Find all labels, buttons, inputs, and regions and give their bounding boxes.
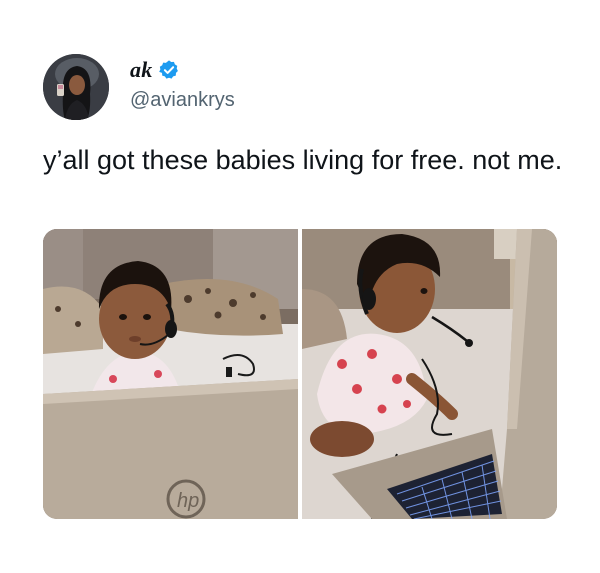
photo-baby-front[interactable]: hp xyxy=(43,229,298,519)
avatar-image xyxy=(43,54,109,120)
author-handle[interactable]: @aviankrys xyxy=(130,89,235,112)
verified-badge-icon xyxy=(158,59,180,81)
tweet-card: ak @aviankrys y’all got these babies liv… xyxy=(0,0,600,573)
author-name-row[interactable]: ak xyxy=(130,56,180,84)
laptop-logo: hp xyxy=(177,490,199,512)
tweet-text: y’all got these babies living for free. … xyxy=(43,145,563,175)
tweet-media-grid: hp xyxy=(43,229,557,519)
author-avatar[interactable] xyxy=(43,54,109,120)
photo-baby-side[interactable] xyxy=(302,229,557,519)
author-display-name[interactable]: ak xyxy=(130,57,152,83)
